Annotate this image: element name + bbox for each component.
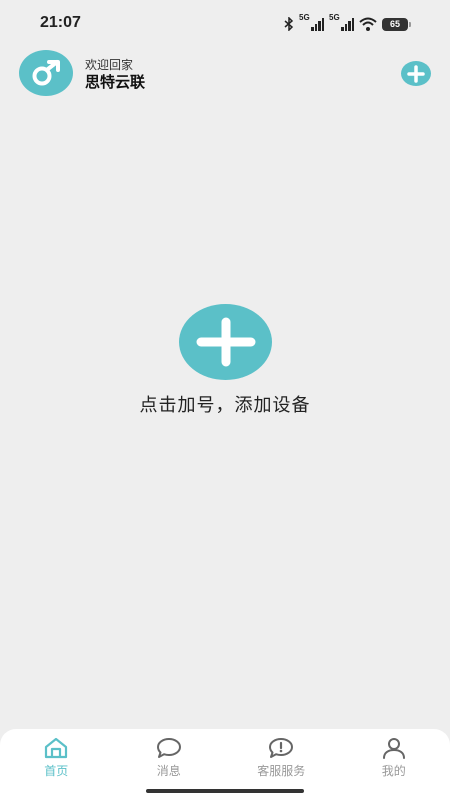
add-device-button[interactable] [401,61,431,86]
tab-home[interactable]: 首页 [0,729,113,800]
alert-bubble-icon [269,738,294,758]
network-type-2: 5G [329,13,340,22]
tab-label-home: 首页 [44,764,69,778]
home-icon [45,737,68,759]
home-indicator[interactable] [146,789,304,793]
signal-icon-1: 5G [299,13,324,31]
plus-icon [196,317,255,367]
bluetooth-icon [284,17,294,31]
tab-label-profile: 我的 [381,764,406,778]
tab-label-customer-service: 客服服务 [257,764,306,778]
avatar[interactable] [19,50,73,96]
signal-icon-2: 5G [329,13,354,31]
status-icons: 5G 5G 65 [284,13,411,33]
plus-icon [407,64,425,83]
network-type-1: 5G [299,13,310,22]
chat-bubble-icon [156,738,181,758]
male-symbol-icon [32,60,60,86]
battery-icon: 65 [382,17,411,31]
person-icon [382,738,405,759]
center-add-device-button[interactable] [179,304,272,380]
status-bar: 21:07 5G 5G 65 [0,0,450,48]
tab-label-messages: 消息 [156,764,181,778]
add-device-hint: 点击加号，添加设备 [139,395,311,416]
status-time: 21:07 [40,14,81,31]
header: 欢迎回家 思特云联 [19,50,431,96]
wifi-icon [359,17,377,31]
tab-profile[interactable]: 我的 [338,729,450,800]
user-name: 思特云联 [85,73,146,91]
